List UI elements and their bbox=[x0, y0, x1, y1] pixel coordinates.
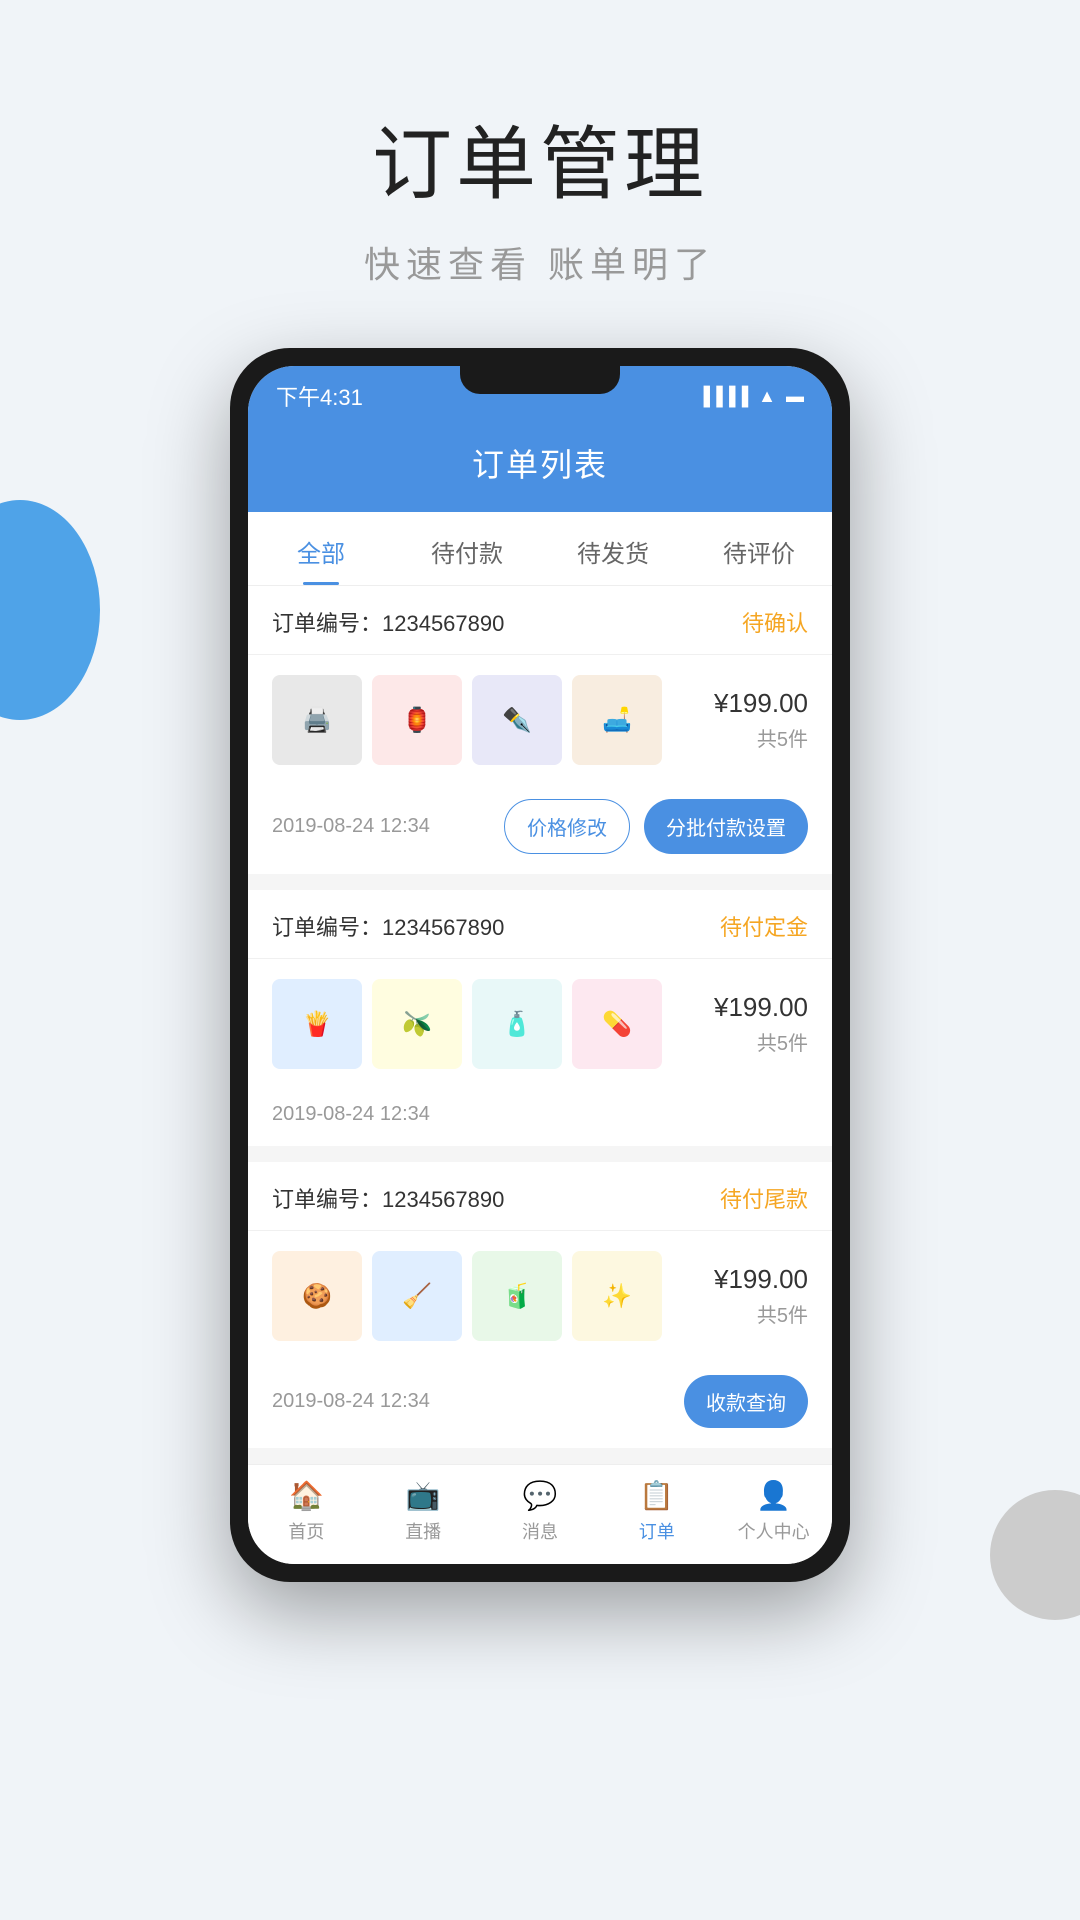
product-img-bed: 🛋️ bbox=[572, 675, 662, 765]
tab-pending-payment[interactable]: 待付款 bbox=[394, 512, 540, 585]
order-3-products: 🍪 🧹 🧃 ✨ ¥199.00 共5件 bbox=[248, 1231, 832, 1361]
order-3-payment-query-button[interactable]: 收款查询 bbox=[684, 1375, 808, 1428]
order-1-footer: 2019-08-24 12:34 价格修改 分批付款设置 bbox=[248, 785, 832, 874]
order-2-price-block: ¥199.00 共5件 bbox=[708, 992, 808, 1056]
order-card-1-header: 订单编号：1234567890 待确认 bbox=[248, 586, 832, 655]
tab-pending-review[interactable]: 待评价 bbox=[686, 512, 832, 585]
live-icon: 📺 bbox=[406, 1479, 441, 1512]
order-card-1: 订单编号：1234567890 待确认 🖨️ 🏮 ✒️ 🛋️ ¥199.00 共 bbox=[248, 586, 832, 874]
nav-label-profile: 个人中心 bbox=[738, 1518, 810, 1544]
message-icon: 💬 bbox=[523, 1479, 558, 1512]
order-2-status: 待付定金 bbox=[720, 910, 808, 942]
nav-label-live: 直播 bbox=[405, 1518, 441, 1544]
product-img-snack: 🍟 bbox=[272, 979, 362, 1069]
product-img-serum: ✨ bbox=[572, 1251, 662, 1341]
order-2-date: 2019-08-24 12:34 bbox=[272, 1103, 430, 1126]
product-img-lantern: 🏮 bbox=[372, 675, 462, 765]
nav-label-home: 首页 bbox=[288, 1518, 324, 1544]
order-1-product-images: 🖨️ 🏮 ✒️ 🛋️ bbox=[272, 675, 694, 765]
hero-subtitle: 快速查看 账单明了 bbox=[0, 236, 1080, 288]
order-2-count: 共5件 bbox=[708, 1027, 808, 1056]
order-1-price: ¥199.00 bbox=[708, 688, 808, 719]
order-1-actions: 价格修改 分批付款设置 bbox=[504, 799, 808, 854]
order-icon: 📋 bbox=[639, 1479, 674, 1512]
product-img-brush: ✒️ bbox=[472, 675, 562, 765]
order-1-count: 共5件 bbox=[708, 723, 808, 752]
nav-label-message: 消息 bbox=[522, 1518, 558, 1544]
order-3-product-images: 🍪 🧹 🧃 ✨ bbox=[272, 1251, 694, 1341]
phone-wrapper: 下午4:31 ▐▐▐▐ ▲ ▬ 订单列表 全部 待付款 待发货 待评价 bbox=[0, 348, 1080, 1642]
order-list: 订单编号：1234567890 待确认 🖨️ 🏮 ✒️ 🛋️ ¥199.00 共 bbox=[248, 586, 832, 1448]
order-1-installment-button[interactable]: 分批付款设置 bbox=[644, 799, 808, 854]
nav-item-profile[interactable]: 👤 个人中心 bbox=[715, 1479, 832, 1544]
order-3-price-block: ¥199.00 共5件 bbox=[708, 1264, 808, 1328]
order-card-2-header: 订单编号：1234567890 待付定金 bbox=[248, 890, 832, 959]
order-card-3: 订单编号：1234567890 待付尾款 🍪 🧹 🧃 ✨ ¥199.00 共5件 bbox=[248, 1162, 832, 1448]
nav-item-live[interactable]: 📺 直播 bbox=[365, 1479, 482, 1544]
order-3-footer: 2019-08-24 12:34 收款查询 bbox=[248, 1361, 832, 1448]
nav-item-message[interactable]: 💬 消息 bbox=[482, 1479, 599, 1544]
wifi-icon: ▲ bbox=[758, 386, 776, 407]
product-img-cleaner: 🧹 bbox=[372, 1251, 462, 1341]
product-img-printer: 🖨️ bbox=[272, 675, 362, 765]
product-img-vitamins: 💊 bbox=[572, 979, 662, 1069]
order-2-number: 订单编号：1234567890 bbox=[272, 910, 504, 942]
order-3-number: 订单编号：1234567890 bbox=[272, 1182, 504, 1214]
order-card-3-header: 订单编号：1234567890 待付尾款 bbox=[248, 1162, 832, 1231]
phone-screen: 下午4:31 ▐▐▐▐ ▲ ▬ 订单列表 全部 待付款 待发货 待评价 bbox=[248, 366, 832, 1564]
status-time: 下午4:31 bbox=[276, 380, 363, 412]
order-1-price-block: ¥199.00 共5件 bbox=[708, 688, 808, 752]
order-2-price: ¥199.00 bbox=[708, 992, 808, 1023]
product-img-sunscreen: 🧴 bbox=[472, 979, 562, 1069]
order-3-price: ¥199.00 bbox=[708, 1264, 808, 1295]
order-1-products: 🖨️ 🏮 ✒️ 🛋️ ¥199.00 共5件 bbox=[248, 655, 832, 785]
order-2-footer: 2019-08-24 12:34 bbox=[248, 1089, 832, 1146]
app-header: 订单列表 bbox=[248, 422, 832, 512]
order-2-product-images: 🍟 🫒 🧴 💊 bbox=[272, 979, 694, 1069]
battery-icon: ▬ bbox=[786, 386, 804, 407]
bottom-nav: 🏠 首页 📺 直播 💬 消息 📋 订单 👤 个人中心 bbox=[248, 1464, 832, 1564]
status-icons: ▐▐▐▐ ▲ ▬ bbox=[697, 386, 804, 407]
home-icon: 🏠 bbox=[289, 1479, 324, 1512]
product-img-olive: 🫒 bbox=[372, 979, 462, 1069]
product-img-cookie: 🍪 bbox=[272, 1251, 362, 1341]
tab-pending-shipment[interactable]: 待发货 bbox=[540, 512, 686, 585]
app-header-title: 订单列表 bbox=[248, 440, 832, 486]
order-3-date: 2019-08-24 12:34 bbox=[272, 1390, 430, 1413]
order-card-2: 订单编号：1234567890 待付定金 🍟 🫒 🧴 💊 ¥199.00 共5 bbox=[248, 890, 832, 1146]
order-3-count: 共5件 bbox=[708, 1299, 808, 1328]
phone-device: 下午4:31 ▐▐▐▐ ▲ ▬ 订单列表 全部 待付款 待发货 待评价 bbox=[230, 348, 850, 1582]
order-2-products: 🍟 🫒 🧴 💊 ¥199.00 共5件 bbox=[248, 959, 832, 1089]
tab-bar: 全部 待付款 待发货 待评价 bbox=[248, 512, 832, 586]
signal-icon: ▐▐▐▐ bbox=[697, 386, 748, 407]
nav-item-order[interactable]: 📋 订单 bbox=[598, 1479, 715, 1544]
tab-all[interactable]: 全部 bbox=[248, 512, 394, 585]
order-1-date: 2019-08-24 12:34 bbox=[272, 815, 430, 838]
order-1-number: 订单编号：1234567890 bbox=[272, 606, 504, 638]
hero-title: 订单管理 bbox=[0, 100, 1080, 216]
profile-icon: 👤 bbox=[756, 1479, 791, 1512]
order-1-status: 待确认 bbox=[742, 606, 808, 638]
order-1-price-modify-button[interactable]: 价格修改 bbox=[504, 799, 630, 854]
order-3-actions: 收款查询 bbox=[684, 1375, 808, 1428]
hero-section: 订单管理 快速查看 账单明了 bbox=[0, 0, 1080, 348]
nav-label-order: 订单 bbox=[639, 1518, 675, 1544]
phone-notch bbox=[460, 366, 620, 394]
nav-item-home[interactable]: 🏠 首页 bbox=[248, 1479, 365, 1544]
order-3-status: 待付尾款 bbox=[720, 1182, 808, 1214]
product-img-shampoo: 🧃 bbox=[472, 1251, 562, 1341]
